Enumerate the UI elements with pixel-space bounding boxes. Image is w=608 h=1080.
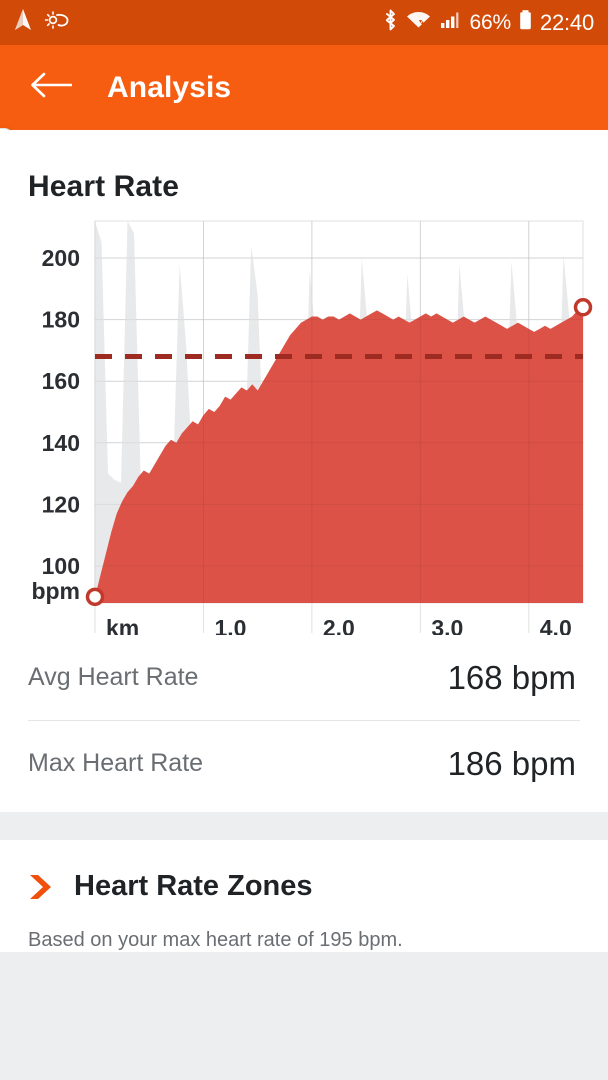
weather-icon bbox=[44, 8, 70, 37]
y-tick-label: 160 bbox=[42, 368, 80, 394]
y-axis-unit-label: bpm bbox=[31, 578, 80, 604]
status-system-icons: 66% 22:40 bbox=[383, 8, 595, 37]
status-notification-icons bbox=[12, 8, 70, 37]
heart-rate-zones-header[interactable]: Heart Rate Zones bbox=[0, 870, 608, 903]
content-scroll-area[interactable]: Heart Rate 100 120 140 160 180 200 bpm km 1.0 2.0… bbox=[0, 130, 608, 1080]
stat-row-max-heart-rate: Max Heart Rate 186 bpm bbox=[0, 721, 608, 806]
bluetooth-icon bbox=[383, 8, 398, 37]
page-title: Analysis bbox=[107, 71, 231, 105]
max-heart-rate-label: Max Heart Rate bbox=[28, 749, 203, 778]
cellular-signal-icon bbox=[439, 8, 463, 37]
heart-rate-zones-title: Heart Rate Zones bbox=[74, 870, 313, 903]
navigation-arrow-icon bbox=[12, 8, 34, 37]
x-tick-label: 4.0 bbox=[540, 615, 572, 635]
back-button[interactable] bbox=[28, 65, 74, 111]
avg-heart-rate-value: 168 bpm bbox=[448, 659, 576, 697]
heart-rate-zones-card[interactable]: Heart Rate Zones Based on your max heart… bbox=[0, 840, 608, 952]
battery-icon bbox=[518, 8, 533, 37]
x-tick-label: 2.0 bbox=[323, 615, 355, 635]
x-tick-label: 3.0 bbox=[431, 615, 463, 635]
y-tick-label: 200 bbox=[42, 245, 80, 271]
heart-rate-chart-svg: 100 120 140 160 180 200 bpm km 1.0 2.0 3.0 4.0 bbox=[0, 220, 608, 635]
app-bar: Analysis bbox=[0, 45, 608, 130]
status-bar: 66% 22:40 bbox=[0, 0, 608, 45]
section-gap bbox=[0, 812, 608, 840]
end-marker bbox=[576, 300, 591, 315]
heart-rate-zones-subtitle: Based on your max heart rate of 195 bpm. bbox=[0, 903, 608, 952]
heart-rate-title: Heart Rate bbox=[0, 130, 608, 204]
battery-percent-label: 66% bbox=[470, 11, 511, 35]
y-tick-label: 100 bbox=[42, 553, 80, 579]
avg-heart-rate-label: Avg Heart Rate bbox=[28, 663, 198, 692]
arrow-left-icon bbox=[30, 70, 72, 105]
start-marker bbox=[88, 589, 103, 604]
wifi-icon bbox=[405, 8, 432, 37]
x-tick-label: 1.0 bbox=[214, 615, 246, 635]
status-clock: 22:40 bbox=[540, 10, 594, 36]
y-tick-label: 180 bbox=[42, 307, 80, 333]
max-heart-rate-value: 186 bpm bbox=[448, 745, 576, 783]
y-tick-label: 140 bbox=[42, 430, 80, 456]
x-tick-label: km bbox=[106, 615, 139, 635]
chevron-right-icon bbox=[28, 872, 54, 902]
heart-rate-card: Heart Rate 100 120 140 160 180 200 bpm km 1.0 2.0… bbox=[0, 130, 608, 812]
y-tick-label: 120 bbox=[42, 491, 80, 517]
heart-rate-chart[interactable]: 100 120 140 160 180 200 bpm km 1.0 2.0 3.0 4.0 bbox=[0, 220, 608, 635]
stat-row-avg-heart-rate: Avg Heart Rate 168 bpm bbox=[0, 635, 608, 720]
